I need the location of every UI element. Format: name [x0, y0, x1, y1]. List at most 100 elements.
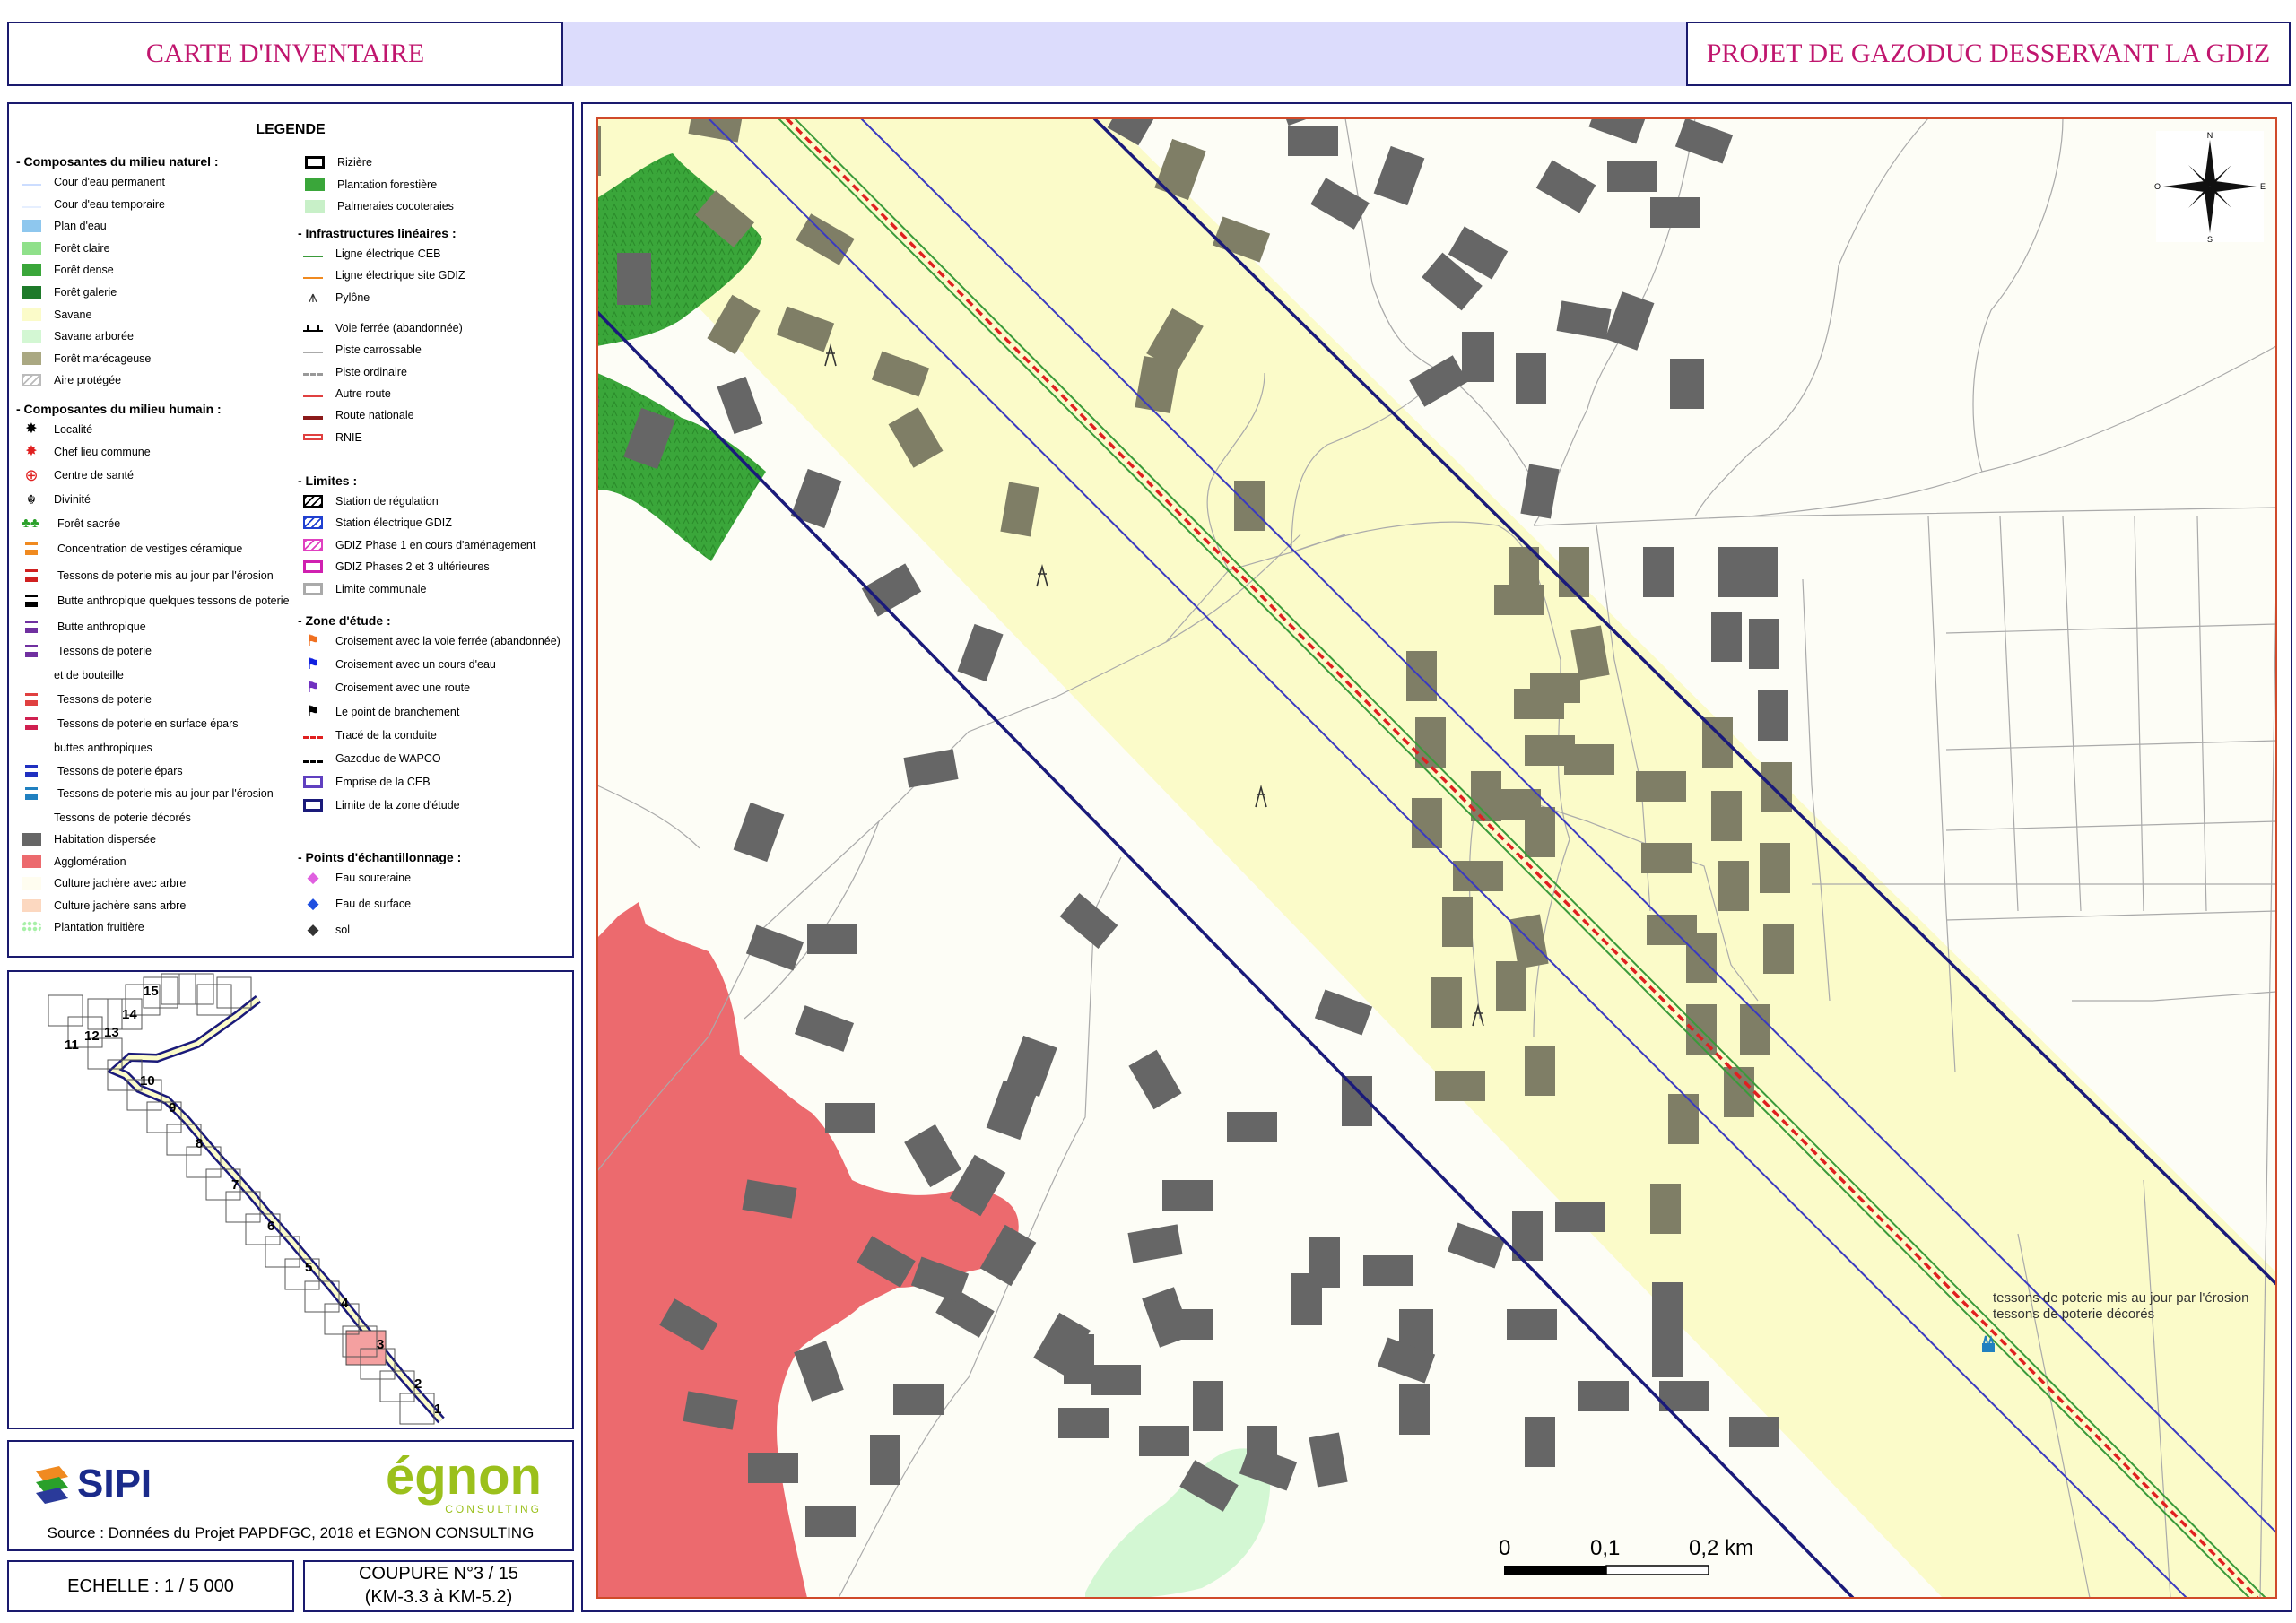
legend-item: Tessons de poterie en surface épars: [22, 716, 239, 732]
legend-swatch-dots-icon: [22, 920, 41, 933]
house: [1412, 798, 1442, 848]
legend-swatch-hatch-icon: [303, 538, 323, 551]
legend-swatch-double-icon: [303, 434, 323, 441]
legend-swatch-outline-icon: [303, 799, 323, 812]
house: [1247, 1426, 1277, 1476]
index-tile-label: 3: [377, 1337, 384, 1352]
legend-item: ⚑ Croisement avec la voie ferrée (abandon…: [303, 633, 560, 649]
legend-item-label: Route nationale: [335, 409, 414, 422]
house: [1758, 690, 1788, 741]
legend-item-label: Gazoduc de WAPCO: [335, 752, 441, 765]
legend-item-label: Plantation fruitière: [54, 920, 144, 933]
legend-item-label: Piste ordinaire: [335, 365, 407, 378]
legend-swatch-star-icon: ✸: [25, 443, 38, 459]
legend-item-label: Pylône: [335, 291, 370, 304]
house: [1442, 897, 1473, 947]
legend-item: Tessons de poterie: [22, 691, 152, 707]
legend-item-label: Culture jachère avec arbre: [54, 876, 187, 890]
legend-item: Forêt claire: [22, 240, 110, 256]
house: [1064, 1334, 1094, 1384]
map-annotation-line1: tessons de poterie mis au jour par l'éro…: [1993, 1290, 2249, 1306]
house: [1462, 332, 1494, 382]
house: [1718, 547, 1749, 597]
house: [1718, 861, 1749, 911]
scale-bar-0: 0: [1499, 1536, 1510, 1560]
house: [1288, 126, 1338, 156]
legend-item: Concentration de vestiges céramique: [22, 541, 242, 557]
legend-item: Autre route: [303, 386, 391, 402]
legend-item-label: Tessons de poterie: [57, 645, 152, 658]
cut-number: COUPURE N°3 / 15: [358, 1564, 519, 1584]
legend-item-label: Rizière: [337, 156, 372, 169]
legend-item: Ligne électrique CEB: [303, 246, 440, 262]
legend-item: ⊕ Centre de santé: [22, 467, 134, 483]
house: [825, 1103, 875, 1133]
legend-swatch-outline-icon: [303, 560, 323, 574]
legend-swatch-pylon-icon: ⩚: [308, 287, 318, 306]
legend-swatch-hatch-icon: [22, 374, 41, 387]
legend-item: ⚑ Croisement avec un cours d'eau: [303, 656, 496, 673]
house: [870, 1435, 900, 1485]
compass-w: O: [2154, 182, 2161, 191]
house: [1747, 547, 1778, 597]
legend-item-label: Culture jachère sans arbre: [54, 898, 187, 912]
legend-item: RNIE: [303, 430, 362, 446]
house: [805, 1506, 856, 1537]
legend-item-label: GDIZ Phases 2 et 3 ultérieures: [335, 560, 490, 574]
legend-item: Forêt dense: [22, 262, 114, 278]
legend-swatch-line-icon: [303, 250, 323, 257]
legend-swatch-fill-icon: [22, 352, 41, 365]
legend-swatch-hatch-icon: [303, 495, 323, 508]
header-right-box: PROJET DE GAZODUC DESSERVANT LA GDIZ: [1686, 22, 2291, 86]
legend-swatch-fill-icon: [22, 220, 41, 233]
legend-item: ◆ sol: [303, 922, 350, 938]
house: [1652, 1282, 1683, 1332]
legend-item-label: Tessons de poterie mis au jour par l'éro…: [57, 569, 274, 583]
legend-swatch-fill-icon: [305, 200, 325, 213]
legend-item: buttes anthropiques: [22, 740, 152, 756]
house: [1763, 924, 1794, 974]
house: [1652, 1327, 1683, 1377]
main-map: tessons de poterie mis au jour par l'éro…: [596, 104, 2277, 1599]
legend-swatch-fill-icon: [22, 898, 41, 912]
legend-item: Gazoduc de WAPCO: [303, 751, 441, 767]
legend-item: ⚑ Le point de branchement: [303, 704, 459, 720]
legend-swatch-tree-icon: ♣♣: [22, 515, 39, 531]
legend-item: Culture jachère sans arbre: [22, 898, 186, 914]
legend-item: Tessons de poterie mis au jour par l'éro…: [22, 785, 274, 802]
legend-swatch-factory-icon: [25, 787, 38, 801]
index-tile-label: 6: [267, 1219, 274, 1234]
house: [1536, 104, 1591, 107]
legend-swatch-star-icon: ✸: [25, 421, 38, 437]
house: [1650, 1184, 1681, 1234]
legend-item: Savane arborée: [22, 328, 134, 344]
legend-swatch-line-icon: [303, 346, 323, 354]
legend-item: Aire protégée: [22, 372, 121, 388]
legend-item-label: Tracé de la conduite: [335, 728, 437, 742]
legend-item-label: Chef lieu commune: [54, 445, 151, 458]
legend-item-label: Tessons de poterie épars: [57, 765, 183, 778]
cut-range: (KM-3.3 à KM-5.2): [364, 1587, 513, 1607]
legend-item-label: Forêt claire: [54, 241, 110, 255]
legend-item: Agglomération: [22, 854, 126, 870]
legend-item-label: Butte anthropique quelques tessons de po…: [57, 595, 290, 608]
legend-item: Forêt galerie: [22, 284, 117, 300]
compass-e: E: [2260, 182, 2266, 191]
legend-item-label: Station électrique GDIZ: [335, 516, 452, 530]
legend-item: Forêt marécageuse: [22, 351, 151, 367]
legend-item-label: Eau de surface: [335, 898, 412, 910]
index-tile-label: 1: [434, 1402, 441, 1417]
house: [1399, 1384, 1430, 1435]
house: [1525, 1417, 1555, 1467]
legend-item: Limite communale: [303, 581, 426, 597]
legend-swatch-fill-icon: [22, 241, 41, 255]
egnon-logo: égnon CONSULTING: [386, 1451, 542, 1516]
index-map-panel: 1 2 3 4 5 6 7 8 9 10 11 12 13 14 15: [7, 970, 574, 1429]
house: [617, 253, 651, 305]
house: [1711, 612, 1742, 662]
legend-swatch-factory-icon: [25, 765, 38, 778]
legend-swatch-cross-icon: ⊕: [24, 465, 39, 484]
legend-item: Tessons de poterie décorés: [22, 810, 191, 826]
legend-item-label: Croisement avec une route: [335, 681, 471, 695]
credits-panel: SIPI égnon CONSULTING Source : Données d…: [7, 1440, 574, 1551]
